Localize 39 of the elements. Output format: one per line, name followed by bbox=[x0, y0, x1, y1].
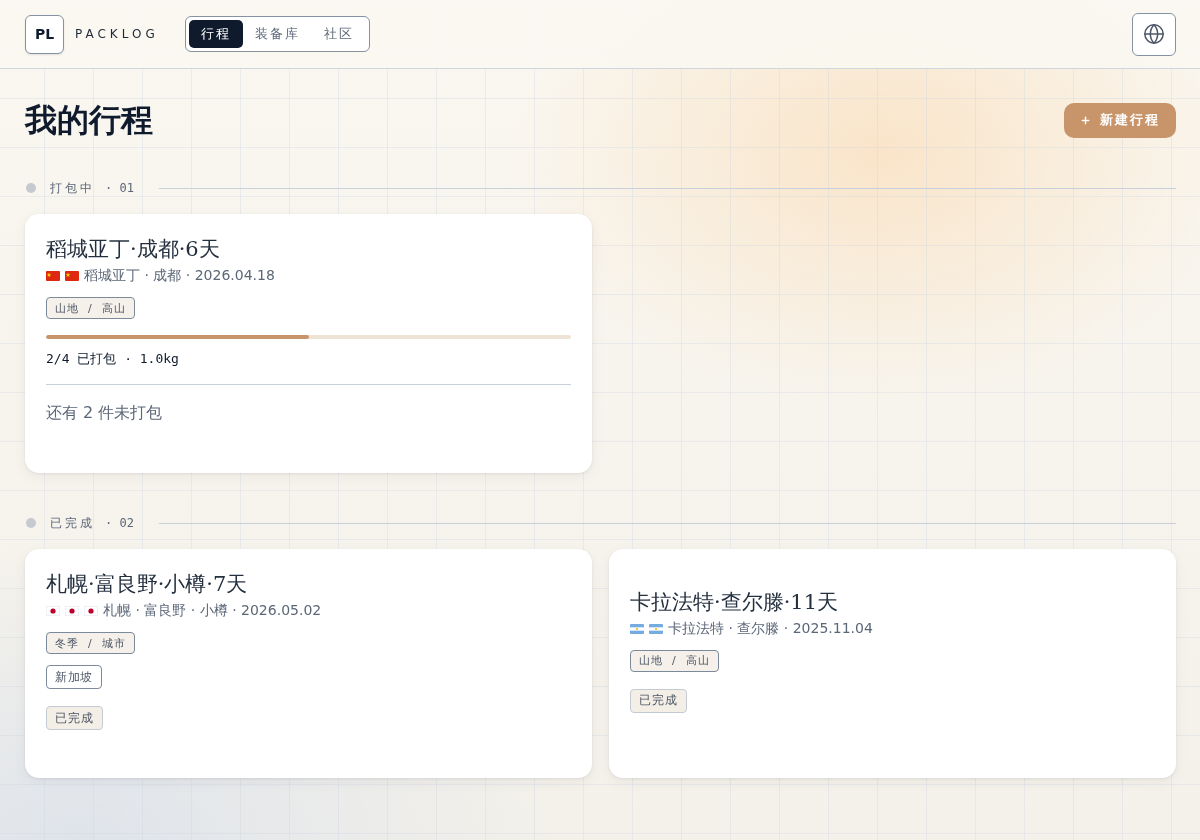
globe-icon bbox=[1143, 23, 1165, 45]
section-count: · 01 bbox=[105, 181, 134, 195]
unpacked-note: 还有 2 件未打包 bbox=[46, 402, 164, 424]
trip-meta: 卡拉法特 · 查尔滕 · 2025.11.04 bbox=[668, 619, 873, 638]
section-label: 打包中 bbox=[50, 179, 95, 197]
language-button[interactable] bbox=[1132, 12, 1176, 56]
plus-icon bbox=[1080, 114, 1091, 126]
flag-icon bbox=[65, 271, 79, 281]
category-tag: 山地 / 高山 bbox=[46, 297, 135, 319]
flag-icon bbox=[46, 271, 60, 281]
status-badge: 已完成 bbox=[630, 688, 687, 713]
trip-title: 札幌·富良野·小樽·7天 bbox=[46, 571, 249, 598]
trip-title: 稻城亚丁·成都·6天 bbox=[46, 236, 221, 263]
flag-icon bbox=[84, 606, 98, 616]
nav-tab[interactable]: 装备库 bbox=[242, 20, 312, 48]
category-tag: 冬季 / 城市 bbox=[46, 632, 135, 654]
trip-meta: 稻城亚丁 · 成都 · 2026.04.18 bbox=[84, 267, 275, 285]
logo[interactable]: PL bbox=[25, 14, 64, 54]
trip-title: 卡拉法特·查尔滕·11天 bbox=[630, 588, 840, 616]
section-label: 已完成 bbox=[50, 514, 95, 532]
status-badge: 已完成 bbox=[46, 706, 103, 730]
flag-icon bbox=[649, 623, 663, 634]
packing-summary: 2/4 已打包 · 1.0kg bbox=[46, 350, 180, 368]
brand-name: PACKLOG bbox=[75, 27, 159, 41]
flag-icon bbox=[46, 606, 60, 616]
category-tag: 山地 / 高山 bbox=[630, 649, 719, 672]
section-dot-icon bbox=[26, 183, 36, 193]
trip-card[interactable]: 札幌·富良野·小樽·7天 札幌 · 富良野 · 小樽 · 2026.05.02 冬季 / 城市 新加坡 已完成 bbox=[25, 549, 592, 778]
trip-card[interactable]: 卡拉法特·查尔滕·11天 卡拉法特 · 查尔滕 · 2025.11.04 山地 / 高山 已完成 bbox=[609, 549, 1176, 778]
flag-icon bbox=[630, 623, 644, 634]
page-title: 我的行程 bbox=[25, 100, 153, 140]
nav-tab[interactable]: 社区 bbox=[311, 20, 366, 48]
section-dot-icon bbox=[26, 518, 36, 528]
section-count: · 02 bbox=[105, 516, 134, 530]
trip-meta: 札幌 · 富良野 · 小樽 · 2026.05.02 bbox=[103, 602, 322, 620]
flag-icon bbox=[65, 606, 79, 616]
nav-tab[interactable]: 行程 bbox=[188, 20, 243, 48]
trip-card[interactable]: 稻城亚丁·成都·6天 稻城亚丁 · 成都 · 2026.04.18 山地 / 高山 2/4 已打包 · 1.0kg 还有 2 件未打包 bbox=[25, 214, 592, 473]
location-tag: 新加坡 bbox=[46, 665, 102, 689]
